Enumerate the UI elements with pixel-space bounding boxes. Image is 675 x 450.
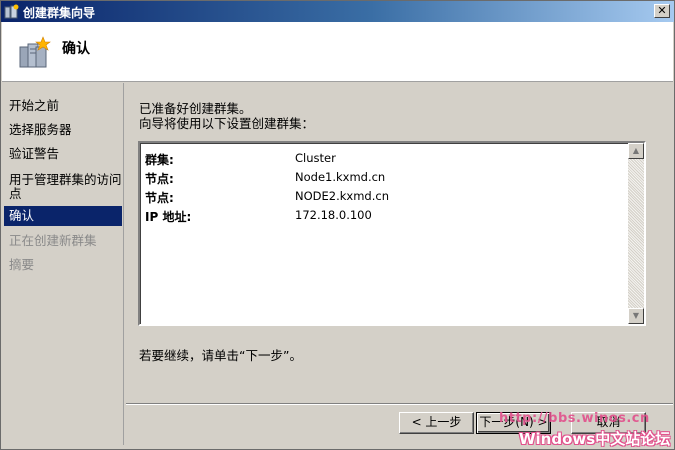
intro-text-settings: 向导将使用以下设置创建群集：: [139, 116, 315, 131]
settings-value: NODE2.kxmd.cn: [295, 189, 389, 203]
close-button[interactable]: ✕: [654, 4, 670, 18]
settings-list[interactable]: 群集: Cluster 节点: Node1.kxmd.cn 节点: NODE2.…: [138, 141, 646, 326]
scroll-down-button[interactable]: ▼: [628, 308, 644, 324]
settings-key: 节点:: [145, 191, 174, 205]
settings-value: 172.18.0.100: [295, 208, 372, 222]
step-creating-cluster: 正在创建新群集: [9, 233, 97, 248]
next-button[interactable]: 下一步(N) >: [476, 412, 551, 434]
cluster-server-icon: [19, 36, 51, 68]
settings-key: 节点:: [145, 172, 174, 186]
footer-divider: [126, 403, 673, 405]
settings-row: 群集: Cluster: [145, 151, 625, 169]
settings-row: IP 地址: 172.18.0.100: [145, 208, 625, 226]
scroll-down-arrow-icon: ▼: [632, 311, 640, 320]
step-confirmation[interactable]: 确认: [4, 206, 122, 226]
settings-key: 群集:: [145, 153, 174, 167]
page-heading: 确认: [62, 41, 90, 57]
wizard-window: 创建群集向导 ✕ 确认 开始之前 选择服务器 验证警告 用于管理群集的访问 点 …: [0, 0, 675, 450]
step-before-you-begin[interactable]: 开始之前: [4, 99, 122, 113]
settings-value: Node1.kxmd.cn: [295, 170, 386, 184]
continue-instruction: 若要继续，请单击“下一步”。: [139, 348, 302, 363]
settings-scrollbar[interactable]: ▲ ▼: [628, 143, 644, 324]
main-content: 已准备好创建群集。 向导将使用以下设置创建群集： 群集: Cluster 节点:…: [126, 83, 673, 403]
window-title: 创建群集向导: [23, 6, 96, 20]
step-access-point-label-cont: 点: [9, 186, 22, 201]
cluster-app-icon: [4, 4, 19, 19]
cancel-button[interactable]: 取消: [571, 412, 646, 434]
close-icon: ✕: [657, 4, 667, 17]
back-button[interactable]: < 上一步: [399, 412, 474, 434]
scroll-up-button[interactable]: ▲: [628, 143, 644, 159]
wizard-header: 确认: [2, 22, 673, 82]
scroll-up-arrow-icon: ▲: [632, 146, 640, 155]
settings-row: 节点: NODE2.kxmd.cn: [145, 189, 625, 207]
step-access-point-label: 用于管理群集的访问: [9, 172, 122, 187]
step-select-servers[interactable]: 选择服务器: [4, 123, 122, 137]
settings-key: IP 地址:: [145, 210, 192, 224]
step-summary: 摘要: [9, 257, 35, 272]
wizard-step-list: 开始之前 选择服务器 验证警告 用于管理群集的访问 点 确认 正在创建新群集 摘…: [2, 83, 124, 445]
title-bar[interactable]: 创建群集向导 ✕: [1, 1, 674, 22]
settings-value: Cluster: [295, 151, 336, 165]
step-validation-warning[interactable]: 验证警告: [4, 147, 122, 161]
step-access-point[interactable]: 用于管理群集的访问 点: [4, 173, 122, 201]
settings-row: 节点: Node1.kxmd.cn: [145, 170, 625, 188]
